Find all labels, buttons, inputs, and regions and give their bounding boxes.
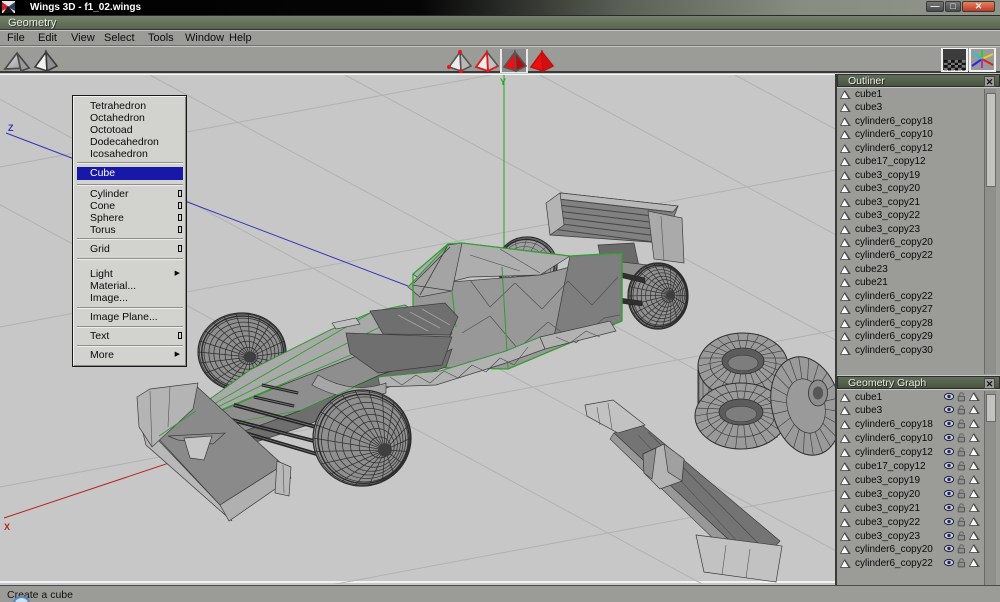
svg-text:Z: Z [8, 123, 14, 133]
svg-text:X: X [4, 522, 10, 532]
svg-text:Y: Y [500, 77, 506, 87]
